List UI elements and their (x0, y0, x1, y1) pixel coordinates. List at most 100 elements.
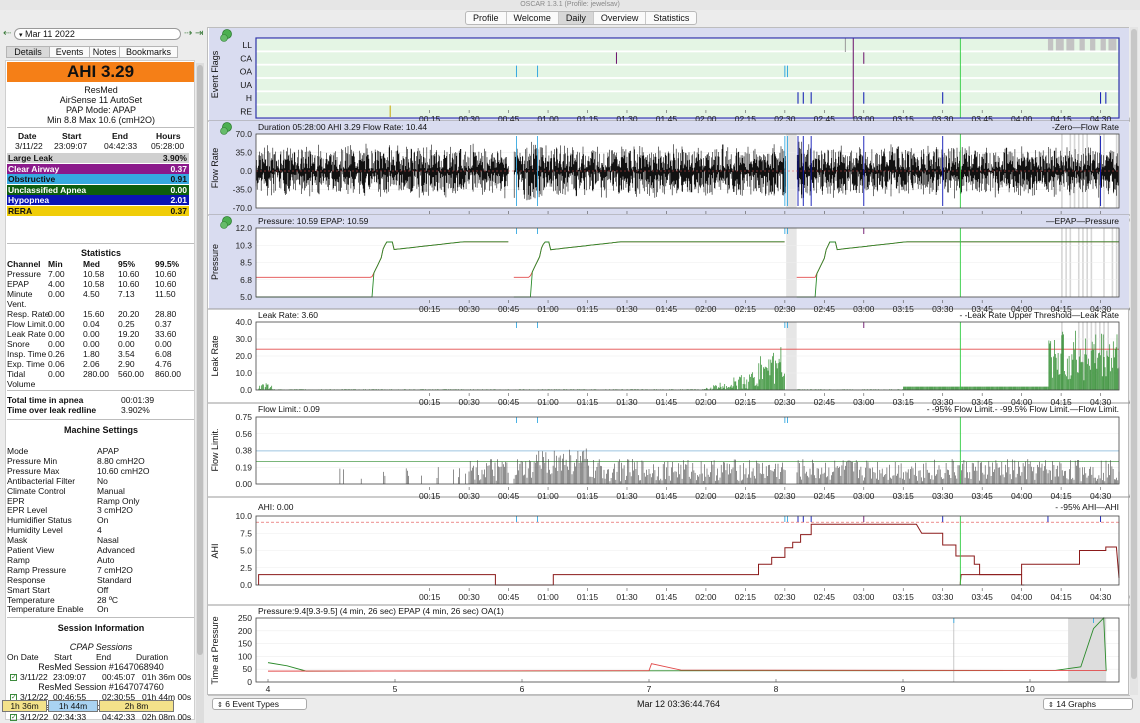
event-summary-hypopnea[interactable]: Hypopnea 2.01 (7, 195, 189, 205)
time-at-pressure-x-label: 7 (647, 684, 652, 694)
ahi-x-tick-label: 02:45 (814, 592, 836, 602)
stats-cell: 0.06 (48, 359, 65, 369)
ahi-x-tick-label: 03:00 (853, 592, 875, 602)
event-value: 0.37 (170, 205, 187, 216)
time-at-pressure-y-label: 250 (238, 613, 252, 623)
stats-cell: 10.60 (155, 279, 177, 289)
tab-daily[interactable]: Daily (558, 12, 594, 24)
session-segment[interactable]: 2h 8m (99, 700, 174, 712)
date-picker[interactable]: ▾ Mar 11 2022 (14, 28, 181, 40)
cpap-sessions-label: CPAP Sessions (69, 642, 133, 652)
setting-value: On (97, 604, 109, 615)
session-segment[interactable]: 1h 36m (2, 700, 47, 712)
col-on-date: On Date (7, 652, 39, 662)
tab-notes[interactable]: Notes (90, 46, 120, 58)
setting-name: Pressure Min (7, 455, 58, 466)
machine-settings-title: Machine Settings (63, 425, 138, 435)
stats-row: Tidal 0.00 280.00 560.00 860.00 (6, 369, 196, 379)
stats-header: Channel Min Med 95% 99.5% (6, 259, 196, 269)
ahi-x-tick-label: 01:00 (537, 592, 559, 602)
session-enabled-checkbox[interactable]: ✓ (10, 714, 17, 721)
divider (7, 243, 194, 244)
flow-rate-y-label: -70.0 (233, 203, 253, 213)
flow-limit-y-label: 0.56 (235, 429, 252, 439)
event-name: Hypopnea (8, 195, 50, 205)
pin-head (220, 34, 228, 42)
left-panel: ⇠ ▾ Mar 11 2022 ⇢ ⇥ Details Events Notes Bo… (0, 27, 205, 723)
leak-redline-label: Time over leak redline (7, 405, 97, 415)
setting-value: 28 ºC (97, 594, 119, 605)
prev-day-arrow-icon[interactable]: ⇠ (3, 28, 11, 39)
tab-statistics[interactable]: Statistics (646, 12, 696, 24)
stats-cell: 4.76 (155, 359, 172, 369)
tab-profile[interactable]: Profile (466, 12, 507, 24)
pressure-x-tick-label: 01:45 (656, 304, 678, 314)
event-types-dropdown[interactable]: ⇕ 6 Event Types (212, 698, 307, 710)
flow-limit-series (339, 448, 1120, 484)
flow-limit-x-tick-label: 04:30 (1090, 491, 1112, 501)
tab-welcome[interactable]: Welcome (507, 12, 559, 24)
leak-rate-x-tick-label: 02:30 (774, 397, 796, 407)
ahi-header: AHI: 0.00 (258, 502, 294, 512)
event-summary-large-leak[interactable]: Large Leak 3.90% (7, 153, 189, 163)
stats-cell: 0.00 (48, 369, 65, 379)
stats-cell: 7.00 (48, 269, 65, 279)
tab-bookmarks[interactable]: Bookmarks (120, 46, 178, 58)
graphs-dropdown[interactable]: ⇕ 14 Graphs (1043, 698, 1133, 710)
leak-rate-x-tick-label: 02:45 (814, 397, 836, 407)
flow-limit-y-label: 0.00 (235, 479, 252, 489)
next-day-arrow-icon[interactable]: ⇢ (184, 28, 192, 39)
stats-cell: 3.54 (118, 349, 135, 359)
flag-row-label: CA (240, 53, 252, 63)
setting-name: Mode (7, 446, 29, 456)
flow-limit-x-tick-label: 01:45 (656, 491, 678, 501)
leak-rate-x-tick-label: 01:15 (577, 397, 599, 407)
session-date: 3/11/22 (20, 672, 48, 682)
session-enabled-checkbox[interactable]: ✓ (10, 674, 17, 681)
session-row: ✓ 3/11/22 23:09:07 00:45:07 01h 36m 00s (6, 672, 196, 682)
pap-mode: PAP Mode: APAP (65, 105, 137, 115)
stats-cell: 0.00 (48, 319, 65, 329)
event-value: 3.90% (162, 153, 187, 163)
setting-name: Ramp Pressure (7, 564, 67, 575)
last-day-arrow-icon[interactable]: ⇥ (195, 28, 203, 39)
setting-value: Manual (97, 485, 125, 496)
graphs-canvas[interactable]: Event Flags LL CA OA UA H RE 00:15 00:30 00:45 01:… (208, 28, 1140, 697)
event-name: Clear Airway (8, 163, 60, 174)
ahi-x-tick-label: 00:15 (419, 592, 441, 602)
ahi-y-label: 7.5 (240, 528, 252, 538)
flag-mark (1055, 39, 1064, 51)
left-scrollbar[interactable] (196, 63, 204, 723)
stats-cell: 0.00 (155, 339, 172, 349)
event-summary-clear-airway[interactable]: Clear Airway 0.37 (7, 163, 189, 174)
col-start: Start (62, 131, 82, 141)
cell-end: 04:42:33 (104, 141, 138, 151)
event-summary-rera[interactable]: RERA 0.37 (7, 205, 189, 216)
setting-row: Temperature 28 ºC (6, 595, 196, 605)
col-end: End (112, 131, 129, 141)
pressure-x-tick-label: 03:00 (853, 304, 875, 314)
event-summary-unclassified-apnea[interactable]: Unclassified Apnea 0.00 (7, 184, 189, 195)
flag-row-label: UA (240, 80, 252, 90)
stats-cell: 280.00 (83, 369, 109, 379)
tab-events[interactable]: Events (50, 46, 90, 58)
leak-rate-x-tick-label: 01:00 (537, 397, 559, 407)
left-scrollbar-thumb[interactable] (197, 65, 203, 655)
tab-details[interactable]: Details (6, 46, 50, 58)
ahi-banner: AHI 3.29 (7, 62, 194, 82)
graphs-scrollbar[interactable] (1130, 27, 1138, 695)
event-value: 0.37 (170, 163, 187, 174)
session-segment[interactable]: 1h 44m (48, 700, 98, 712)
leak-rate-x-tick-label: 00:45 (498, 397, 520, 407)
session-row: ✓ 3/12/22 02:34:33 04:42:33 02h 08m 00s (6, 712, 196, 722)
stats-row: Volume (6, 379, 196, 389)
flag-row-label: LL (243, 40, 253, 50)
event-summary-obstructive[interactable]: Obstructive 0.91 (7, 174, 189, 184)
leak-rate-header: Leak Rate: 3.60 (258, 310, 318, 320)
setting-value: Ramp Only (97, 495, 140, 506)
graphs-scrollbar-thumb[interactable] (1131, 29, 1137, 679)
col-end: End (96, 652, 112, 662)
flow-limit-x-tick-label: 03:00 (853, 491, 875, 501)
setting-row: Humidity Level 4 (6, 525, 196, 535)
tab-overview[interactable]: Overview (594, 12, 647, 24)
